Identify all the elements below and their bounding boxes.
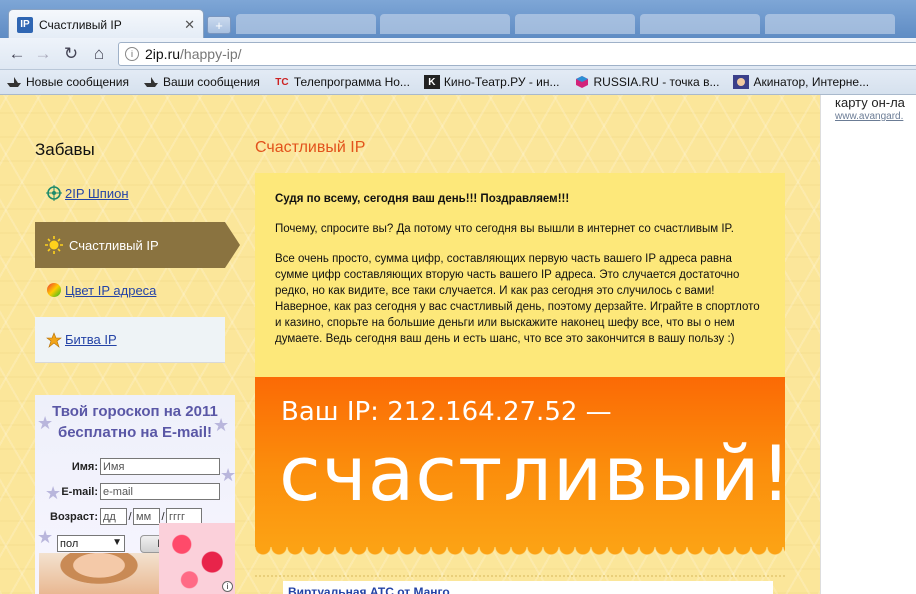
ip-banner: Ваш IP: 212.164.27.52 — счастливый! xyxy=(255,377,791,557)
star-icon: ★ xyxy=(220,465,235,485)
ad-link[interactable]: Виртуальная АТС от Манго xyxy=(288,585,450,594)
age-label: Возраст: xyxy=(50,510,98,523)
message-box: Судя по всему, сегодня ваш день!!! Поздр… xyxy=(255,173,785,378)
tab-title: Счастливый IP xyxy=(39,17,122,32)
home-icon[interactable]: ⌂ xyxy=(88,43,110,65)
tab-strip: IP Счастливый IP ✕ + xyxy=(0,0,916,39)
sidebar-item-happy-ip[interactable]: Счастливый IP xyxy=(35,222,240,268)
ship-icon xyxy=(143,75,159,89)
cube-icon xyxy=(574,75,590,89)
sidebar-item-label: Цвет IP адреса xyxy=(65,282,157,298)
tc-icon: TC xyxy=(275,76,289,88)
sidebar-item-label: Битва IP xyxy=(65,332,117,347)
address-bar[interactable]: i 2ip.ru/happy-ip/ xyxy=(118,42,916,66)
toolbar: ← → ↻ ⌂ i 2ip.ru/happy-ip/ xyxy=(0,38,916,70)
back-arrow-icon[interactable]: ← xyxy=(6,43,28,65)
page-title: Счастливый IP xyxy=(255,139,366,156)
star-icon: ★ xyxy=(213,415,230,435)
sidebar-item-spy[interactable]: 2IP Шпион xyxy=(35,170,225,216)
page-info-icon[interactable]: i xyxy=(125,47,139,61)
color-ball-icon xyxy=(45,281,63,299)
tab-happy-ip[interactable]: IP Счастливый IP ✕ xyxy=(8,9,204,39)
sidebar-title: Забавы xyxy=(35,140,95,159)
kt-icon: K xyxy=(423,75,440,89)
sidebar-item-ip-color[interactable]: Цвет IP адреса xyxy=(35,267,225,313)
url-host: 2ip.ru xyxy=(145,46,181,62)
sidebar-item-ip-battle[interactable]: Битва IP xyxy=(35,317,225,363)
bookmark-item[interactable]: Ваши сообщения xyxy=(143,75,260,89)
background-tab[interactable] xyxy=(640,14,760,34)
email-input[interactable]: e-mail xyxy=(100,483,220,500)
akinator-icon xyxy=(733,75,750,89)
divider xyxy=(255,575,785,579)
crosshair-icon xyxy=(45,184,63,202)
ship-icon xyxy=(6,75,22,89)
sidebar-item-label: 2IP Шпион xyxy=(65,185,129,201)
close-icon[interactable]: ✕ xyxy=(184,17,195,33)
info-icon[interactable]: i xyxy=(222,581,233,592)
right-ad-link[interactable]: www.avangard. xyxy=(835,111,903,122)
reload-icon[interactable]: ↻ xyxy=(60,43,82,65)
forward-arrow-icon[interactable]: → xyxy=(32,43,54,65)
page-content: Забавы 2IP Шпион Счастливый IP Цвет IP а… xyxy=(0,95,820,594)
email-label: E-mail: xyxy=(61,485,98,498)
horoscope-title: Твой гороскоп на 2011 бесплатно на E-mai… xyxy=(52,403,218,441)
happy-label: счастливый! xyxy=(279,429,792,518)
background-tab[interactable] xyxy=(380,14,510,34)
background-tab[interactable] xyxy=(765,14,895,34)
bookmarks-bar: Новые сообщения Ваши сообщения TC Телепр… xyxy=(0,70,916,95)
star-icon: ★ xyxy=(37,527,54,547)
name-input[interactable]: Имя xyxy=(100,458,220,475)
gender-select[interactable]: пол ▼ xyxy=(57,535,125,552)
background-tab[interactable] xyxy=(515,14,635,34)
medal-icon xyxy=(45,331,63,349)
star-icon: ★ xyxy=(37,413,54,433)
right-ad-text: карту он-ла xyxy=(835,95,905,110)
site-favicon-icon: IP xyxy=(17,16,33,33)
background-tab[interactable] xyxy=(236,14,376,34)
bookmark-item[interactable]: Новые сообщения xyxy=(6,75,129,89)
paragraph: Все очень просто, сумма цифр, составляющ… xyxy=(275,253,760,345)
right-pane: карту он-ла www.avangard. xyxy=(820,95,916,594)
bookmark-item[interactable]: RUSSIA.RU - точка в... xyxy=(574,75,719,89)
new-tab-button[interactable]: + xyxy=(207,16,231,34)
horoscope-ad[interactable]: ★ ★ ★ ★ ★ Твой гороскоп на 2011 бесплатн… xyxy=(35,395,235,594)
name-label: Имя: xyxy=(71,460,98,473)
chevron-down-icon: ▼ xyxy=(112,537,122,548)
bookmark-item[interactable]: Акинатор, Интерне... xyxy=(733,75,869,89)
paragraph: Почему, спросите вы? Да потому что сегод… xyxy=(275,223,734,235)
ad-photo xyxy=(39,553,159,594)
url-path: /happy-ip/ xyxy=(180,46,242,62)
ip-address-line: Ваш IP: 212.164.27.52 — xyxy=(281,397,612,427)
month-input[interactable]: мм xyxy=(133,508,160,525)
bookmark-item[interactable]: K Кино-Театр.РУ - ин... xyxy=(423,75,560,89)
bookmark-item[interactable]: TC Телепрограмма Но... xyxy=(274,75,410,89)
day-input[interactable]: дд xyxy=(100,508,127,525)
headline: Судя по всему, сегодня ваш день!!! Поздр… xyxy=(275,193,570,205)
sidebar-item-label: Счастливый IP xyxy=(69,237,159,253)
sun-icon xyxy=(45,236,63,254)
